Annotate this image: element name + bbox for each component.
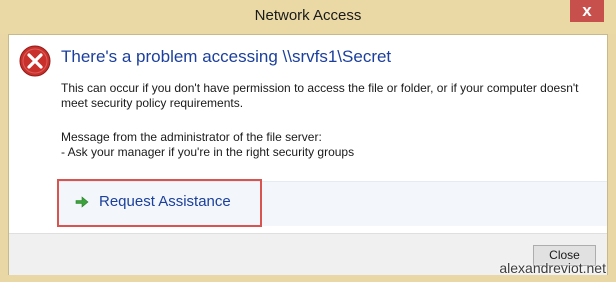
admin-message-intro: Message from the administrator of the fi…: [61, 130, 322, 144]
dialog-client-area: There's a problem accessing \\srvfs1\Sec…: [8, 34, 608, 275]
request-assistance-label: Request Assistance: [99, 193, 231, 210]
admin-message-text: - Ask your manager if you're in the righ…: [61, 145, 355, 159]
error-description: This can occur if you don't have permiss…: [61, 81, 579, 110]
request-assistance-link[interactable]: Request Assistance: [75, 193, 231, 210]
network-access-dialog: Network Access x There's a problem acces…: [0, 0, 616, 282]
watermark-text: alexandreviot.net: [499, 260, 606, 276]
assistance-panel: Request Assistance: [59, 181, 607, 226]
window-title: Network Access: [254, 7, 362, 24]
dialog-content: There's a problem accessing \\srvfs1\Sec…: [9, 35, 607, 233]
admin-message: Message from the administrator of the fi…: [61, 130, 596, 160]
error-heading: There's a problem accessing \\srvfs1\Sec…: [61, 47, 392, 66]
green-arrow-icon: [75, 195, 89, 208]
error-icon: [19, 45, 51, 77]
title-bar[interactable]: Network Access x: [0, 0, 616, 34]
window-close-button[interactable]: x: [570, 0, 604, 22]
